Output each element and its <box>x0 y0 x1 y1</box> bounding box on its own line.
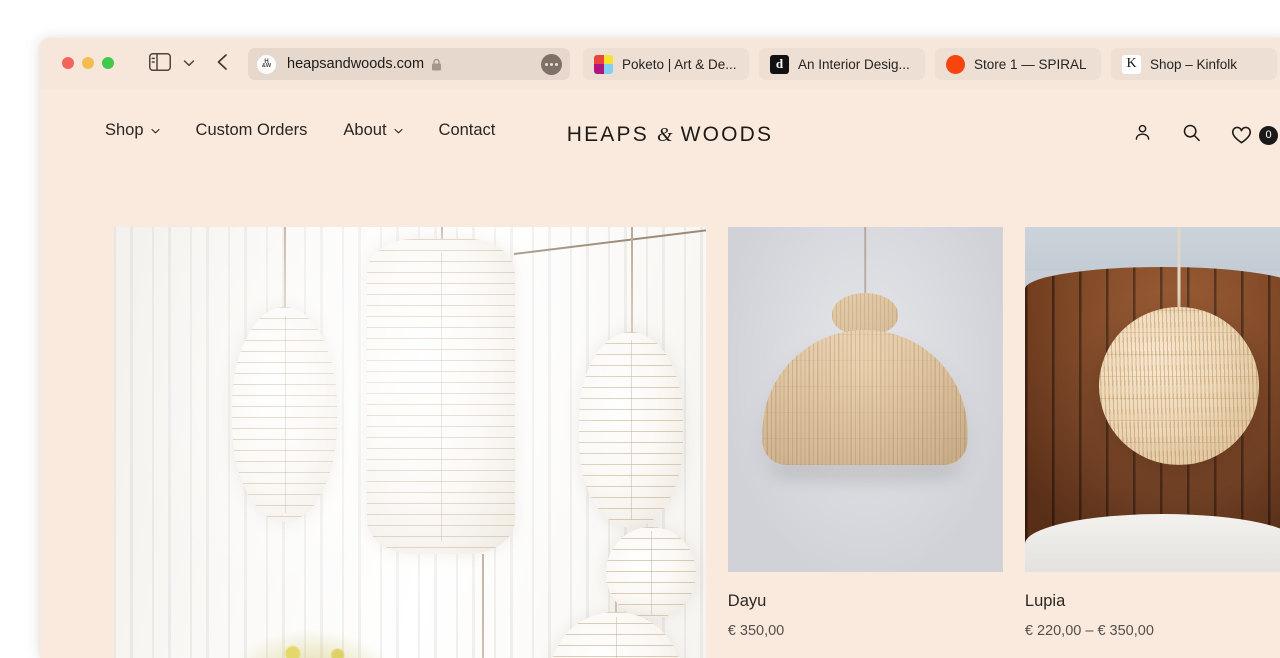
header-actions: 0 <box>1133 123 1278 147</box>
paper-lantern <box>367 239 515 554</box>
hero-photo-backdrop <box>114 227 706 658</box>
lantern-cord <box>631 227 633 334</box>
paper-lantern <box>232 307 337 522</box>
tab-title: Shop – Kinfolk <box>1150 57 1237 72</box>
browser-tab-dezeen[interactable]: d An Interior Desig... <box>759 48 925 80</box>
marble-floor <box>1025 514 1280 572</box>
back-button[interactable] <box>215 52 231 72</box>
product-title: Dayu <box>728 592 1003 611</box>
wishlist-group[interactable]: 0 <box>1231 126 1278 145</box>
pendant-cord <box>1177 227 1180 312</box>
rattan-sphere-shade <box>1099 307 1259 465</box>
poketo-icon <box>594 55 613 74</box>
wishlist-count-badge: 0 <box>1259 126 1278 145</box>
product-card-hero[interactable] <box>114 227 706 658</box>
minimize-window-button[interactable] <box>82 57 94 69</box>
page-menu-button[interactable] <box>541 54 562 75</box>
paper-lantern <box>550 612 681 658</box>
tab-title: An Interior Desig... <box>798 57 910 72</box>
tab-title: Poketo | Art & De... <box>622 57 737 72</box>
tab-title: Store 1 — SPIRAL <box>974 57 1087 72</box>
pendant-cord <box>865 227 867 299</box>
product-card-dayu[interactable]: Dayu € 350,00 <box>728 227 1003 658</box>
lantern-cord <box>482 554 484 658</box>
logo-left-word: HEAPS <box>567 123 649 146</box>
site-favicon-icon: H &W <box>257 55 276 74</box>
browser-tab-spiral[interactable]: Store 1 — SPIRAL <box>935 48 1101 80</box>
lantern-cord <box>284 227 286 309</box>
product-grid: Dayu € 350,00 Lupia € 220,00 – € 350,00 <box>114 227 1280 658</box>
zoom-window-button[interactable] <box>102 57 114 69</box>
dezeen-icon: d <box>770 55 789 74</box>
favicon-bottom-letters: &W <box>262 64 271 70</box>
rattan-dome-shade <box>763 330 968 465</box>
browser-window: H &W heapsandwoods.com Poketo | Art & D <box>40 38 1280 658</box>
lamp-shadow <box>770 459 960 485</box>
mimosa-flowers <box>232 630 392 658</box>
chevron-down-icon[interactable] <box>182 56 196 68</box>
website-viewport: Shop Custom Orders About Contact HEAPS &… <box>40 90 1280 658</box>
address-bar[interactable]: H &W heapsandwoods.com <box>248 48 570 80</box>
product-card-lupia[interactable]: Lupia € 220,00 – € 350,00 <box>1025 227 1280 658</box>
dayu-photo-backdrop <box>728 227 1003 572</box>
lupia-photo-backdrop <box>1025 227 1280 572</box>
sidebar-toggle-icon[interactable] <box>149 53 171 71</box>
sky-background <box>1025 227 1280 271</box>
search-icon[interactable] <box>1182 123 1201 147</box>
spiral-dot-icon <box>946 55 965 74</box>
product-price: € 220,00 – € 350,00 <box>1025 623 1280 639</box>
site-logo[interactable]: HEAPS & WOODS <box>40 123 1280 147</box>
menu-dot <box>555 63 558 66</box>
browser-tab-poketo[interactable]: Poketo | Art & De... <box>583 48 749 80</box>
browser-toolbar: H &W heapsandwoods.com Poketo | Art & D <box>40 38 1280 90</box>
lupia-product-image[interactable] <box>1025 227 1280 572</box>
menu-dot <box>550 63 553 66</box>
window-traffic-lights <box>62 57 114 69</box>
paper-lantern <box>606 527 696 619</box>
site-header: Shop Custom Orders About Contact HEAPS &… <box>40 90 1280 185</box>
close-window-button[interactable] <box>62 57 74 69</box>
logo-right-word: WOODS <box>681 123 774 146</box>
account-icon[interactable] <box>1133 123 1152 147</box>
kinfolk-icon: K <box>1122 55 1141 74</box>
product-title: Lupia <box>1025 592 1280 611</box>
logo-ampersand: & <box>657 124 673 146</box>
lock-icon <box>431 58 442 71</box>
heart-icon <box>1231 126 1252 145</box>
rattan-knob <box>832 293 898 335</box>
hanging-wire <box>514 229 706 255</box>
dayu-product-image[interactable] <box>728 227 1003 572</box>
lantern-cord <box>615 557 617 615</box>
address-url-text: heapsandwoods.com <box>287 56 424 72</box>
menu-dot <box>545 63 548 66</box>
paper-lantern <box>579 332 683 528</box>
product-price: € 350,00 <box>728 623 1003 639</box>
browser-tab-kinfolk[interactable]: K Shop – Kinfolk <box>1111 48 1277 80</box>
hero-image[interactable] <box>114 227 706 658</box>
lantern-cord <box>441 227 443 241</box>
